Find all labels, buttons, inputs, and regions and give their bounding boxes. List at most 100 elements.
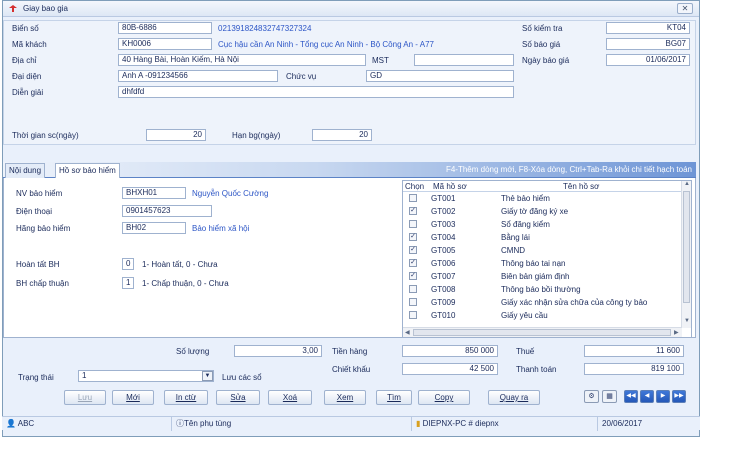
table-row[interactable]: GT008 Thông báo bồi thường [403, 284, 682, 295]
table-row[interactable]: ✓ GT006 Thông báo tai nạn [403, 258, 682, 269]
row-checkbox[interactable]: ✓ [409, 207, 417, 215]
dien-giai-input[interactable]: dhfdfd [118, 86, 514, 98]
first-record-icon[interactable]: ◀◀ [624, 390, 638, 403]
vertical-scrollbar[interactable]: ▲ ▼ [681, 181, 691, 328]
close-button[interactable]: ✕ [677, 3, 693, 14]
table-row[interactable]: GT001 Thẻ bảo hiểm [403, 193, 682, 204]
thanh-toan-value: 819 100 [584, 363, 684, 375]
next-record-icon[interactable]: ▶ [656, 390, 670, 403]
table-row[interactable]: ✓ GT004 Bằng lái [403, 232, 682, 243]
nv-bao-hiem-input[interactable]: BHXH01 [122, 187, 186, 199]
row-name: Bằng lái [501, 233, 530, 242]
documents-grid: Chọn Mã hồ sơ Tên hồ sơ GT001 Thẻ bảo hiể… [402, 180, 692, 338]
moi-button-label: Mới [126, 393, 140, 402]
scroll-left-icon[interactable]: ◀ [405, 329, 410, 336]
grid-icon[interactable]: ▦ [602, 390, 617, 403]
title-bar: Giay bao gia ✕ [3, 1, 699, 17]
chevron-down-icon[interactable]: ▼ [202, 371, 213, 381]
bien-so-input[interactable]: 80B-6886 [118, 22, 212, 34]
quay-ra-button[interactable]: Quay ra [488, 390, 540, 405]
so-bao-gia-input[interactable]: BG07 [606, 38, 690, 50]
thue-value: 11 600 [584, 345, 684, 357]
so-kiem-tra-input[interactable]: KT04 [606, 22, 690, 34]
sua-button[interactable]: Sửa [216, 390, 260, 405]
dia-chi-input[interactable]: 40 Hàng Bài, Hoàn Kiếm, Hà Nội [118, 54, 366, 66]
tab-ho-so-bao-hiem[interactable]: Hồ sơ bảo hiểm [55, 163, 120, 178]
so-bao-gia-label: Số báo giá [522, 40, 561, 49]
dai-dien-label: Đại diện [12, 72, 42, 81]
so-luong-input[interactable]: 3,00 [234, 345, 322, 357]
tien-hang-label: Tiền hàng [332, 347, 368, 356]
dien-thoai-label: Điện thoại [16, 207, 53, 216]
ma-khach-label: Mã khách [12, 40, 47, 49]
luu-button-label: Lưu [77, 393, 93, 402]
prev-record-icon[interactable]: ◀ [640, 390, 654, 403]
hang-bao-hiem-name: Bảo hiểm xã hội [192, 224, 250, 233]
scroll-down-icon[interactable]: ▼ [684, 318, 690, 324]
copy-button-label: Copy [434, 393, 454, 402]
thue-label: Thuế [516, 347, 535, 356]
bien-so-code: 02139182483274732​7324 [218, 24, 312, 33]
dai-dien-input[interactable]: Anh A -091234566 [118, 70, 278, 82]
row-name: Thông báo tai nạn [501, 259, 566, 268]
luu-button[interactable]: Lưu [64, 390, 106, 405]
table-row[interactable]: GT010 Giấy yêu cầu [403, 310, 682, 321]
horizontal-scrollbar[interactable]: ◀ ▶ [403, 327, 682, 337]
quay-ra-button-label: Quay ra [499, 393, 529, 402]
table-row[interactable]: ✓ GT007 Biên bản giám định [403, 271, 682, 282]
status-phu-tung-text: Tên phụ tùng [184, 419, 232, 428]
han-bg-label: Hạn bg(ngày) [232, 131, 281, 140]
header-panel [3, 20, 696, 145]
col-ma-ho-so: Mã hồ sơ [433, 182, 467, 191]
last-record-icon[interactable]: ▶▶ [672, 390, 686, 403]
horizontal-scroll-thumb[interactable] [413, 329, 671, 336]
row-checkbox[interactable] [409, 298, 417, 306]
app-icon [9, 5, 17, 12]
row-name: Sổ đăng kiểm [501, 220, 550, 229]
row-checkbox[interactable] [409, 220, 417, 228]
hang-bao-hiem-input[interactable]: BH02 [122, 222, 186, 234]
row-checkbox[interactable]: ✓ [409, 233, 417, 241]
mst-input[interactable] [414, 54, 514, 66]
window-title: Giay bao gia [23, 4, 68, 13]
row-checkbox[interactable]: ✓ [409, 259, 417, 267]
scroll-up-icon[interactable]: ▲ [684, 181, 690, 187]
moi-button[interactable]: Mới [112, 390, 154, 405]
row-name: Biên bản giám định [501, 272, 570, 281]
tab-noi-dung[interactable]: Nội dung [5, 163, 46, 178]
hoan-tat-input[interactable]: 0 [122, 258, 134, 270]
ngay-bao-gia-input[interactable]: 01/06/2017 [606, 54, 690, 66]
xoa-button-label: Xoá [282, 393, 298, 402]
row-name: Giấy tờ đăng ký xe [501, 207, 569, 216]
thoi-gian-input[interactable]: 20 [146, 129, 206, 141]
xoa-button[interactable]: Xoá [268, 390, 312, 405]
chap-thuan-input[interactable]: 1 [122, 277, 134, 289]
tim-button[interactable]: Tìm [376, 390, 412, 405]
col-ten-ho-so: Tên hồ sơ [563, 182, 600, 191]
status-machine: ▮ DIEPNX-PC # diepnx [412, 417, 598, 431]
chuc-vu-input[interactable]: GD [366, 70, 514, 82]
dien-thoai-input[interactable]: 0901457623 [122, 205, 212, 217]
han-bg-input[interactable]: 20 [312, 129, 372, 141]
ma-khach-input[interactable]: KH0006 [118, 38, 212, 50]
xem-button[interactable]: Xem [324, 390, 366, 405]
row-checkbox[interactable] [409, 311, 417, 319]
table-row[interactable]: ✓ GT005 CMND [403, 245, 682, 256]
row-checkbox[interactable]: ✓ [409, 246, 417, 254]
row-code: GT010 [431, 311, 456, 320]
hoan-tat-note: 1- Hoàn tất, 0 - Chưa [142, 260, 218, 269]
so-kiem-tra-label: Số kiểm tra [522, 24, 563, 33]
table-row[interactable]: GT003 Sổ đăng kiểm [403, 219, 682, 230]
trang-thai-select[interactable]: 1 [78, 370, 214, 382]
tree-icon[interactable]: ⚙ [584, 390, 599, 403]
scroll-right-icon[interactable]: ▶ [674, 329, 679, 336]
in-ctu-button[interactable]: In ctừ [164, 390, 208, 405]
thanh-toan-label: Thanh toán [516, 365, 557, 374]
row-checkbox[interactable] [409, 194, 417, 202]
table-row[interactable]: GT009 Giấy xác nhận sửa chữa của công ty … [403, 297, 682, 308]
copy-button[interactable]: Copy [418, 390, 470, 405]
row-checkbox[interactable]: ✓ [409, 272, 417, 280]
vertical-scroll-thumb[interactable] [683, 191, 690, 303]
row-checkbox[interactable] [409, 285, 417, 293]
table-row[interactable]: ✓ GT002 Giấy tờ đăng ký xe [403, 206, 682, 217]
